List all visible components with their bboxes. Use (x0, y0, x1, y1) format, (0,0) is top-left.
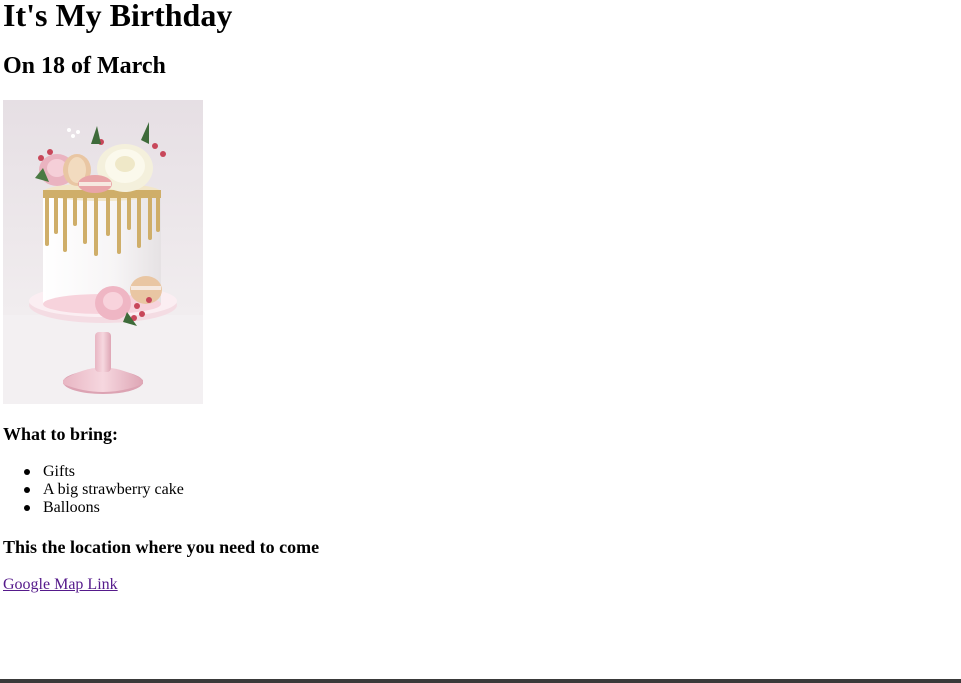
birthday-cake-image (3, 100, 203, 404)
bring-list: Gifts A big strawberry cake Balloons (24, 463, 184, 517)
list-item: Gifts (24, 463, 184, 481)
google-map-link[interactable]: Google Map Link (3, 576, 118, 594)
date-heading: On 18 of March (3, 53, 166, 79)
location-heading: This the location where you need to come (3, 537, 320, 557)
bullet-icon (24, 505, 30, 511)
bring-heading: What to bring: (3, 424, 119, 444)
list-item: A big strawberry cake (24, 481, 184, 499)
list-item: Balloons (24, 499, 184, 517)
list-item-label: A big strawberry cake (43, 481, 184, 498)
bullet-icon (24, 487, 30, 493)
window-bottom-border (0, 679, 961, 683)
page: It's My Birthday On 18 of March What to … (0, 0, 961, 683)
list-item-label: Gifts (43, 463, 75, 480)
bullet-icon (24, 469, 30, 475)
list-item-label: Balloons (43, 499, 100, 516)
page-title: It's My Birthday (3, 0, 233, 33)
